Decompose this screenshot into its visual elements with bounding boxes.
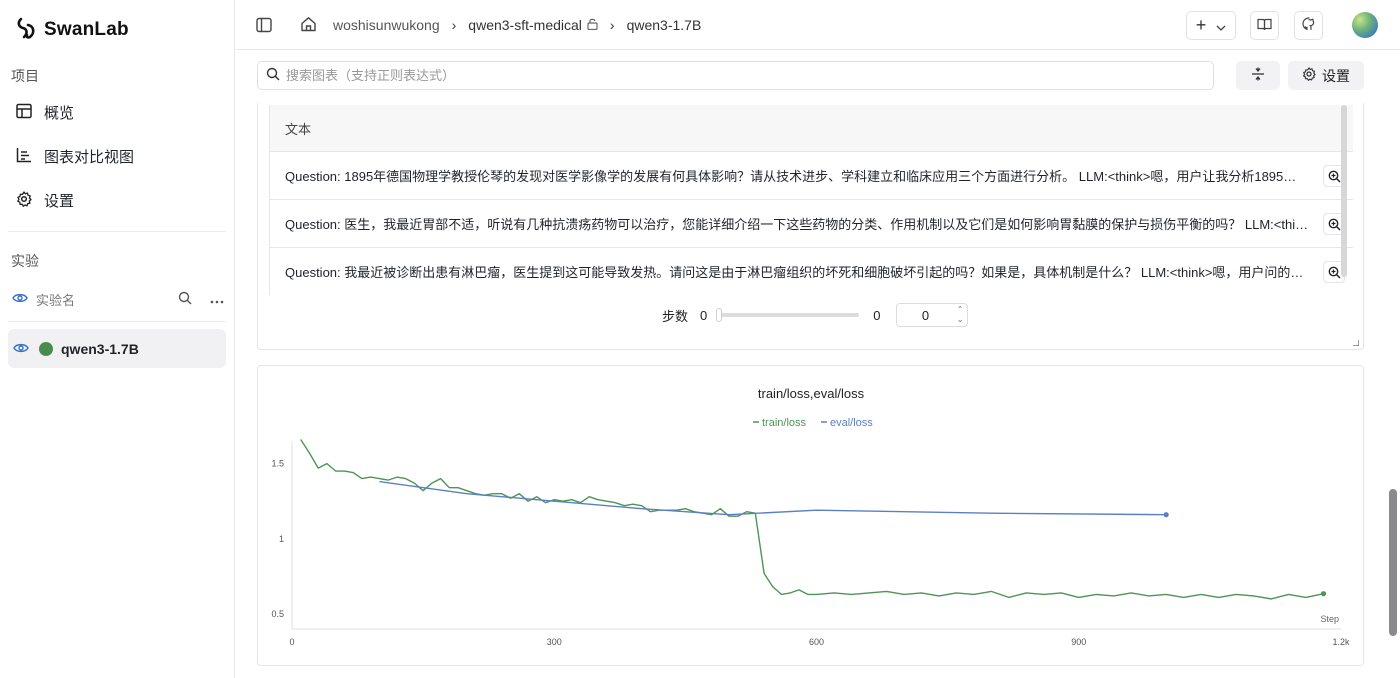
brand[interactable]: SwanLab [16, 16, 129, 43]
x-tick-label: 300 [547, 637, 562, 647]
text-table-scrollbar[interactable] [1341, 105, 1347, 277]
resize-handle-icon[interactable] [1353, 340, 1359, 346]
stepper-arrows-icon[interactable]: ⌃ ⌄ [957, 305, 964, 325]
top-bar: woshisunwukong › qwen3-sft-medical › qwe… [235, 0, 1400, 50]
github-button[interactable] [1294, 11, 1323, 40]
sidebar-item-overview[interactable]: 概览 [16, 102, 74, 123]
sidebar: SwanLab 项目 概览 图表对比视图 设置 实验 实验名 qwen3-1.7… [0, 0, 235, 678]
add-dropdown-button[interactable]: + [1186, 11, 1236, 40]
avatar[interactable] [1352, 12, 1378, 38]
sidebar-item-label: 图表对比视图 [44, 149, 135, 166]
settings-button[interactable]: 设置 [1288, 61, 1364, 90]
gear-icon [1302, 67, 1316, 84]
sidebar-divider [8, 321, 226, 322]
breadcrumb-project[interactable]: qwen3-sft-medical [468, 17, 582, 33]
step-number-input[interactable]: 0 ⌃ ⌄ [896, 303, 969, 327]
sidebar-item-settings[interactable]: 设置 [16, 190, 74, 211]
table-row: Question: 我最近被诊断出患有淋巴瘤，医生提到这可能导致发热。请问这是由… [270, 248, 1353, 295]
y-tick-label: 1 [279, 534, 284, 544]
line-chart-card: train/loss,eval/loss train/loss eval/loss 1… [257, 365, 1364, 666]
sidebar-item-chart-compare[interactable]: 图表对比视图 [16, 146, 134, 167]
legend-label: eval/loss [830, 417, 873, 429]
series-line-train-loss [300, 439, 1324, 600]
experiment-name-header: 实验名 [36, 292, 76, 308]
table-icon [16, 103, 32, 123]
step-label: 步数 [662, 308, 689, 324]
slider-max-label: 0 [873, 307, 881, 323]
search-input[interactable] [286, 68, 1186, 83]
chevron-right-icon: › [451, 17, 457, 33]
legend-label: train/loss [762, 417, 807, 429]
swanlab-logo-icon [16, 16, 38, 43]
experiment-color-dot [39, 341, 53, 356]
breadcrumb-user[interactable]: woshisunwukong [333, 17, 440, 33]
breadcrumb-experiment[interactable]: qwen3-1.7B [627, 17, 702, 33]
chart-icon [16, 147, 32, 167]
experiment-row[interactable]: qwen3-1.7B [8, 329, 226, 368]
github-icon [1301, 17, 1316, 34]
sidebar-item-label: 概览 [44, 105, 75, 122]
x-tick-label: 900 [1071, 637, 1086, 647]
collapse-icon [1251, 67, 1265, 84]
sidebar-item-label: 设置 [44, 193, 75, 210]
collapse-all-button[interactable] [1236, 61, 1280, 90]
breadcrumb: woshisunwukong › qwen3-sft-medical › qwe… [333, 17, 701, 33]
experiment-name: qwen3-1.7B [61, 340, 139, 357]
eye-icon[interactable] [12, 291, 28, 307]
series-endpoint [1320, 591, 1327, 597]
brand-name: SwanLab [44, 18, 129, 40]
y-tick-label: 0.5 [271, 609, 284, 619]
book-icon [1257, 18, 1272, 34]
step-value: 0 [921, 307, 930, 323]
gear-icon [16, 190, 32, 211]
text-table[interactable]: 文本 Question: 1895年德国物理学教授伦琴的发现对医学影像学的发展有… [269, 105, 1353, 295]
text-cell: Question: 我最近被诊断出患有淋巴瘤，医生提到这可能导致发热。请问这是由… [285, 265, 1309, 280]
step-slider[interactable] [716, 308, 860, 322]
eye-icon[interactable] [13, 341, 29, 357]
unlock-icon [587, 17, 598, 33]
y-tick-label: 1.5 [271, 459, 284, 469]
search-icon[interactable] [178, 291, 192, 308]
text-cell: Question: 1895年德国物理学教授伦琴的发现对医学影像学的发展有何具体… [285, 169, 1309, 184]
x-axis-label: Step [1320, 614, 1339, 624]
experiment-list-header: 实验名 [12, 288, 224, 310]
chevron-down-icon [1216, 18, 1226, 34]
sidebar-divider [8, 231, 226, 232]
x-tick-label: 1.2k [1332, 637, 1350, 647]
series-endpoint [1163, 512, 1169, 518]
chart-title: train/loss,eval/loss [758, 386, 865, 401]
text-cell: Question: 医生，我最近胃部不适，听说有几种抗溃疡药物可以治疗，您能详细… [285, 217, 1309, 232]
more-icon[interactable] [210, 291, 224, 307]
experiment-section-label: 实验 [11, 253, 39, 269]
line-chart[interactable]: train/loss,eval/loss train/loss eval/loss 1… [258, 366, 1365, 667]
text-panel-card: 文本 Question: 1895年德国物理学教授伦琴的发现对医学影像学的发展有… [257, 103, 1364, 350]
text-column-header: 文本 [270, 105, 1353, 152]
table-row: Question: 1895年德国物理学教授伦琴的发现对医学影像学的发展有何具体… [270, 152, 1353, 200]
sidebar-toggle-icon[interactable] [256, 17, 272, 36]
settings-button-label: 设置 [1322, 67, 1350, 84]
table-row: Question: 医生，我最近胃部不适，听说有几种抗溃疡药物可以治疗，您能详细… [270, 200, 1353, 248]
docs-button[interactable] [1250, 11, 1279, 40]
slider-min-label: 0 [700, 307, 708, 323]
home-icon[interactable] [300, 16, 317, 35]
x-tick-label: 0 [289, 637, 294, 647]
app-root: SwanLab 项目 概览 图表对比视图 设置 实验 实验名 qwen3-1.7… [0, 0, 1400, 678]
chevron-right-icon: › [609, 17, 615, 33]
slider-handle[interactable] [716, 308, 723, 322]
step-control: 步数 0 0 0 ⌃ ⌄ [662, 303, 969, 327]
series-line-eval-loss [379, 480, 1167, 516]
x-tick-label: 600 [809, 637, 824, 647]
chart-search-box[interactable] [257, 61, 1214, 90]
page-scrollbar[interactable] [1389, 489, 1397, 636]
plus-icon: + [1195, 15, 1207, 35]
project-section-label: 项目 [11, 68, 39, 84]
search-icon [266, 67, 280, 84]
